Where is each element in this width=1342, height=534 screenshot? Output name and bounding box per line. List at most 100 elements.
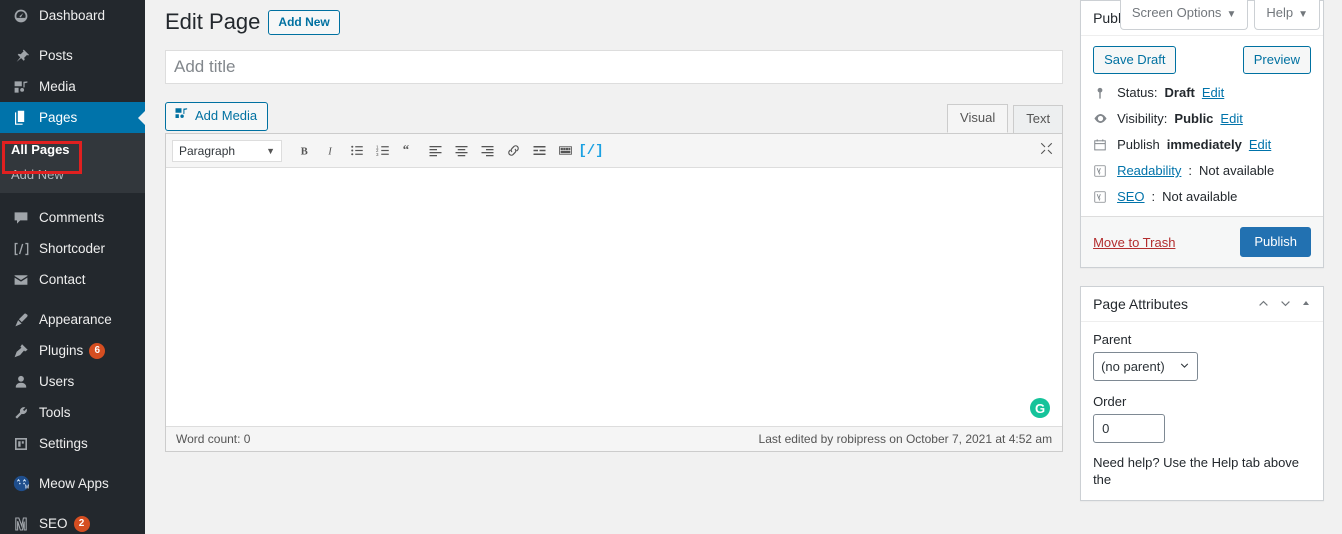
- status-row: Status: Draft Edit: [1093, 85, 1311, 100]
- add-media-button[interactable]: Add Media: [165, 102, 269, 131]
- admin-main: Screen Options ▼ Help ▼ Edit Page Add New: [145, 0, 1342, 534]
- screen-meta-links: Screen Options ▼ Help ▼: [1119, 0, 1320, 30]
- readability-value: Not available: [1199, 163, 1275, 178]
- bulleted-list-icon[interactable]: [344, 139, 370, 163]
- sidebar-item-media[interactable]: Media: [0, 71, 145, 102]
- move-down-icon[interactable]: [1279, 297, 1292, 312]
- italic-icon[interactable]: I: [318, 139, 344, 163]
- sidebar-item-settings[interactable]: Settings: [0, 428, 145, 459]
- publish-panel-footer: Move to Trash Publish: [1081, 216, 1323, 267]
- help-button[interactable]: Help ▼: [1254, 0, 1320, 30]
- sidebar-item-appearance[interactable]: Appearance: [0, 304, 145, 335]
- status-edit-link[interactable]: Edit: [1202, 85, 1224, 100]
- publish-date-value: immediately: [1166, 137, 1242, 152]
- move-to-trash-link[interactable]: Move to Trash: [1093, 235, 1175, 250]
- submenu-item-add-new[interactable]: Add New: [0, 162, 145, 187]
- publish-date-label: Publish: [1117, 137, 1160, 152]
- paragraph-format-select[interactable]: Paragraph ▼: [172, 139, 282, 162]
- sidebar-item-label: Dashboard: [39, 8, 106, 23]
- status-label: Status:: [1117, 85, 1158, 100]
- comments-icon: [11, 208, 31, 228]
- sidebar-panels-column: Publish Save Draft Preview Status: Draft…: [1080, 0, 1324, 519]
- admin-sidebar: Dashboard Posts Media Pages All Pages Ad…: [0, 0, 145, 534]
- sidebar-item-dashboard[interactable]: Dashboard: [0, 0, 145, 31]
- sidebar-item-posts[interactable]: Posts: [0, 40, 145, 71]
- page-header: Edit Page Add New: [165, 0, 1063, 40]
- editor-box: Paragraph ▼ B I 1 2 3 “ [/] G Word count…: [165, 133, 1064, 452]
- sidebar-item-tools[interactable]: Tools: [0, 397, 145, 428]
- read-more-icon[interactable]: [526, 139, 552, 163]
- shortcode-icon[interactable]: [/]: [578, 139, 604, 163]
- calendar-icon: [1093, 138, 1110, 152]
- fullscreen-icon[interactable]: [1039, 141, 1054, 161]
- visibility-label: Visibility:: [1117, 111, 1168, 126]
- screen-options-label: Screen Options: [1131, 5, 1222, 20]
- sidebar-item-shortcoder[interactable]: Shortcoder: [0, 233, 145, 264]
- sidebar-divider: [0, 31, 145, 40]
- sidebar-item-plugins[interactable]: Plugins 6: [0, 335, 145, 366]
- visibility-row: Visibility: Public Edit: [1093, 111, 1311, 126]
- sidebar-item-label: Appearance: [39, 312, 112, 327]
- publish-date-edit-link[interactable]: Edit: [1249, 137, 1271, 152]
- shortcode-icon: [11, 239, 31, 259]
- sidebar-item-comments[interactable]: Comments: [0, 202, 145, 233]
- add-new-button[interactable]: Add New: [268, 9, 340, 35]
- align-left-icon[interactable]: [422, 139, 448, 163]
- visibility-edit-link[interactable]: Edit: [1220, 111, 1242, 126]
- sidebar-item-meow-apps[interactable]: M Meow Apps: [0, 468, 145, 499]
- parent-select[interactable]: (no parent): [1093, 352, 1199, 381]
- sidebar-item-users[interactable]: Users: [0, 366, 145, 397]
- parent-label: Parent: [1093, 332, 1132, 347]
- publish-panel: Publish Save Draft Preview Status: Draft…: [1080, 0, 1324, 268]
- editor-status-bar: Word count: 0 Last edited by robipress o…: [166, 426, 1063, 451]
- plugins-update-badge: 6: [89, 342, 106, 359]
- format-select-value: Paragraph: [179, 143, 236, 158]
- align-right-icon[interactable]: [474, 139, 500, 163]
- numbered-list-icon[interactable]: 123: [370, 139, 396, 163]
- editor-mode-tabs: Visual Text: [942, 104, 1064, 133]
- post-title-input[interactable]: [165, 50, 1064, 84]
- word-count: Word count: 0: [176, 432, 251, 446]
- grammarly-icon[interactable]: G: [1030, 398, 1051, 418]
- move-up-icon[interactable]: [1257, 297, 1270, 312]
- user-icon: [11, 372, 31, 392]
- sidebar-item-seo[interactable]: SEO 2: [0, 508, 145, 534]
- pin-icon: [11, 46, 31, 66]
- publish-button[interactable]: Publish: [1240, 227, 1311, 257]
- last-edited-text: Last edited by robipress on October 7, 2…: [758, 432, 1053, 446]
- sidebar-item-pages[interactable]: Pages: [0, 102, 145, 133]
- preview-button[interactable]: Preview: [1242, 46, 1311, 74]
- editor-wrapper: Add Media Visual Text Paragraph ▼ B I 1 …: [165, 102, 1064, 452]
- content-columns: Edit Page Add New Add Media Visual: [145, 0, 1342, 519]
- svg-text:B: B: [301, 146, 308, 157]
- blockquote-icon[interactable]: “: [396, 139, 422, 163]
- sidebar-item-label: Users: [39, 374, 75, 389]
- sidebar-item-contact[interactable]: Contact: [0, 264, 145, 295]
- tab-visual[interactable]: Visual: [947, 104, 1009, 133]
- plug-icon: [11, 341, 31, 361]
- order-input[interactable]: [1093, 414, 1166, 443]
- editor-content-area[interactable]: G: [166, 168, 1063, 426]
- add-media-label: Add Media: [195, 108, 258, 123]
- publish-panel-body: Save Draft Preview Status: Draft Edit Vi…: [1081, 36, 1323, 216]
- tab-text[interactable]: Text: [1013, 105, 1064, 133]
- dashboard-icon: [11, 6, 31, 26]
- toggle-panel-icon[interactable]: [1301, 298, 1311, 310]
- readability-link[interactable]: Readability: [1117, 163, 1181, 178]
- save-draft-button[interactable]: Save Draft: [1093, 46, 1177, 74]
- page-attributes-header: Page Attributes: [1081, 287, 1323, 322]
- sidebar-item-label: SEO: [39, 516, 68, 531]
- submenu-item-label: All Pages: [11, 142, 70, 157]
- envelope-icon: [11, 270, 31, 290]
- yoast-icon: [1093, 164, 1110, 178]
- seo-value: Not available: [1162, 189, 1238, 204]
- media-icon: [11, 77, 31, 97]
- chevron-down-icon: ▼: [1298, 9, 1308, 20]
- link-icon[interactable]: [500, 139, 526, 163]
- screen-options-button[interactable]: Screen Options ▼: [1119, 0, 1249, 30]
- submenu-item-all-pages[interactable]: All Pages: [0, 137, 145, 162]
- align-center-icon[interactable]: [448, 139, 474, 163]
- toolbar-toggle-icon[interactable]: [552, 139, 578, 163]
- seo-link[interactable]: SEO: [1117, 189, 1144, 204]
- bold-icon[interactable]: B: [292, 139, 318, 163]
